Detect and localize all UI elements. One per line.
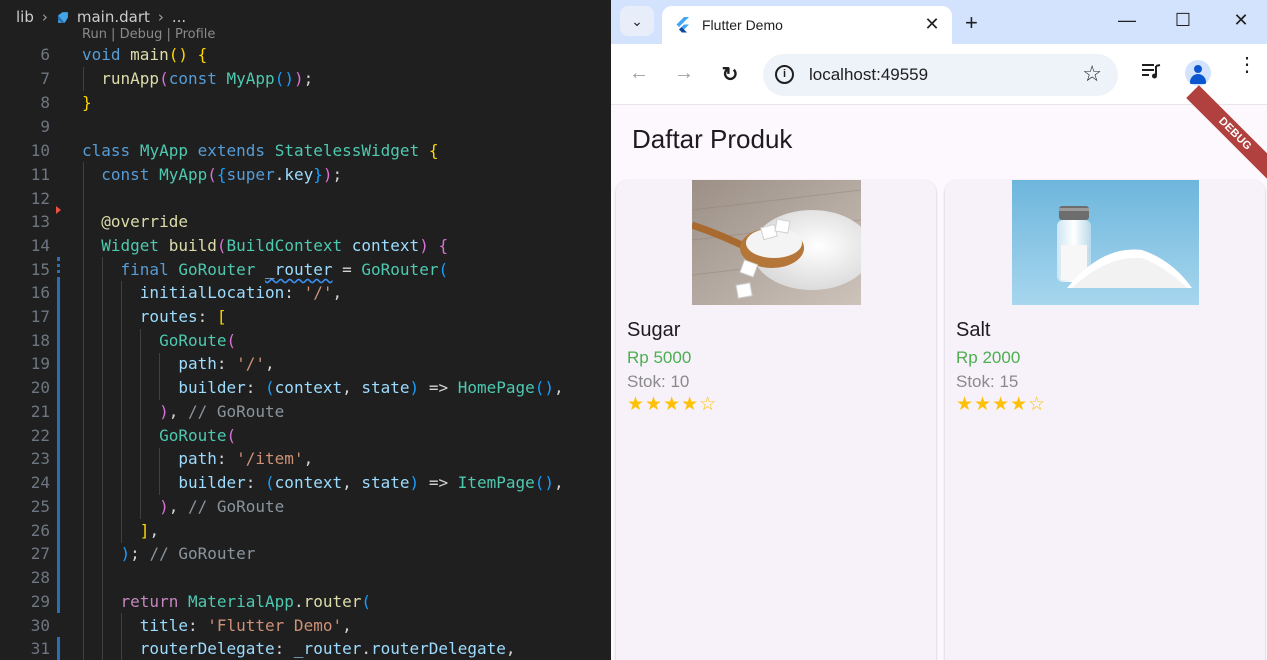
code-line[interactable]: 8} <box>0 91 611 115</box>
page-title: Daftar Produk <box>632 124 793 154</box>
rating-stars-icon: ★★★★☆ <box>627 394 718 415</box>
tab-strip: ⌄ Flutter Demo ✕ + — ☐ ✕ <box>611 0 1267 44</box>
product-card[interactable]: Salt Rp 2000 Stok: 15 ★★★★☆ <box>945 180 1265 660</box>
close-tab-icon[interactable]: ✕ <box>922 14 942 35</box>
code-line[interactable]: 21 ), // GoRoute <box>0 400 611 424</box>
code-line[interactable]: 9 <box>0 115 611 139</box>
code-line[interactable]: 27 ); // GoRouter <box>0 542 611 566</box>
breadcrumb-file[interactable]: main.dart <box>77 8 150 26</box>
minimize-button[interactable]: — <box>1115 10 1139 31</box>
address-bar[interactable]: i localhost:49559 ☆ <box>763 54 1118 96</box>
tab-search-button[interactable]: ⌄ <box>620 6 654 36</box>
product-stock: Stok: 10 <box>627 372 690 391</box>
dart-file-icon <box>58 11 68 23</box>
product-card[interactable]: Sugar Rp 5000 Stok: 10 ★★★★☆ <box>616 180 936 660</box>
code-line[interactable]: 16 initialLocation: '/', <box>0 281 611 305</box>
bookmark-star-icon[interactable]: ☆ <box>1082 61 1102 87</box>
forward-button[interactable]: → <box>672 62 696 85</box>
code-line[interactable]: 7 runApp(const MyApp()); <box>0 67 611 91</box>
window-close-button[interactable]: ✕ <box>1229 10 1253 31</box>
code-line[interactable]: 17 routes: [ <box>0 305 611 329</box>
code-line[interactable]: 30 title: 'Flutter Demo', <box>0 614 611 638</box>
code-line[interactable]: 20 builder: (context, state) => HomePage… <box>0 376 611 400</box>
code-line[interactable]: 13 @override <box>0 210 611 234</box>
code-line[interactable]: 19 path: '/', <box>0 352 611 376</box>
code-line[interactable]: 28 <box>0 566 611 590</box>
back-button[interactable]: ← <box>627 62 651 85</box>
code-editor[interactable]: lib › main.dart › ... Run | Debug | Prof… <box>0 0 611 660</box>
code-line[interactable]: 24 builder: (context, state) => ItemPage… <box>0 471 611 495</box>
code-line[interactable]: 31 routerDelegate: _router.routerDelegat… <box>0 637 611 660</box>
product-price: Rp 2000 <box>956 348 1021 367</box>
code-line[interactable]: 22 GoRoute( <box>0 424 611 448</box>
chevron-right-icon: › <box>41 8 48 26</box>
product-stock: Stok: 15 <box>956 372 1019 391</box>
chevron-right-icon: › <box>157 8 164 26</box>
new-tab-button[interactable]: + <box>965 10 978 36</box>
browser-tab[interactable]: Flutter Demo ✕ <box>662 6 952 44</box>
product-name: Salt <box>956 319 991 341</box>
app-bar: Daftar Produk <box>611 105 1267 173</box>
code-line[interactable]: 6 void main() { <box>0 43 611 67</box>
breadcrumb-folder[interactable]: lib <box>16 8 34 26</box>
code-line[interactable]: 26 ], <box>0 519 611 543</box>
site-info-icon[interactable]: i <box>775 65 794 84</box>
code-line[interactable]: 11 const MyApp({super.key}); <box>0 163 611 187</box>
codelens-actions[interactable]: Run | Debug | Profile <box>82 27 215 42</box>
browser-toolbar: ← → ↻ i localhost:49559 ☆ ⋮ <box>611 44 1267 105</box>
code-line[interactable]: 18 GoRoute( <box>0 329 611 353</box>
browser-window: ⌄ Flutter Demo ✕ + — ☐ ✕ ← → ↻ i localho… <box>611 0 1267 660</box>
tab-title: Flutter Demo <box>702 17 783 33</box>
maximize-button[interactable]: ☐ <box>1171 10 1195 31</box>
more-menu-icon[interactable]: ⋮ <box>1237 55 1257 75</box>
code-line[interactable]: 12 <box>0 187 611 211</box>
breadcrumb-symbol[interactable]: ... <box>172 8 186 26</box>
profile-avatar-icon[interactable] <box>1185 60 1211 86</box>
url-text[interactable]: localhost:49559 <box>809 65 928 85</box>
code-line[interactable]: 10 class MyApp extends StatelessWidget { <box>0 139 611 163</box>
code-line[interactable]: 15 final GoRouter _router = GoRouter( <box>0 258 611 282</box>
salt-image <box>1012 180 1199 305</box>
rating-stars-icon: ★★★★☆ <box>956 394 1047 415</box>
product-name: Sugar <box>627 319 681 341</box>
code-line[interactable]: 14 Widget build(BuildContext context) { <box>0 234 611 258</box>
product-price: Rp 5000 <box>627 348 692 367</box>
code-line[interactable]: 25 ), // GoRoute <box>0 495 611 519</box>
flutter-app: Daftar Produk DEBUG Sugar Rp 5000 Stok: … <box>611 85 1267 660</box>
reading-list-icon[interactable] <box>1142 62 1162 80</box>
chevron-down-icon: ⌄ <box>631 12 643 29</box>
reload-button[interactable]: ↻ <box>718 62 742 87</box>
flutter-favicon-icon <box>676 17 689 33</box>
code-line[interactable]: 23 path: '/item', <box>0 447 611 471</box>
sugar-image <box>692 180 861 305</box>
code-line[interactable]: 29 return MaterialApp.router( <box>0 590 611 614</box>
